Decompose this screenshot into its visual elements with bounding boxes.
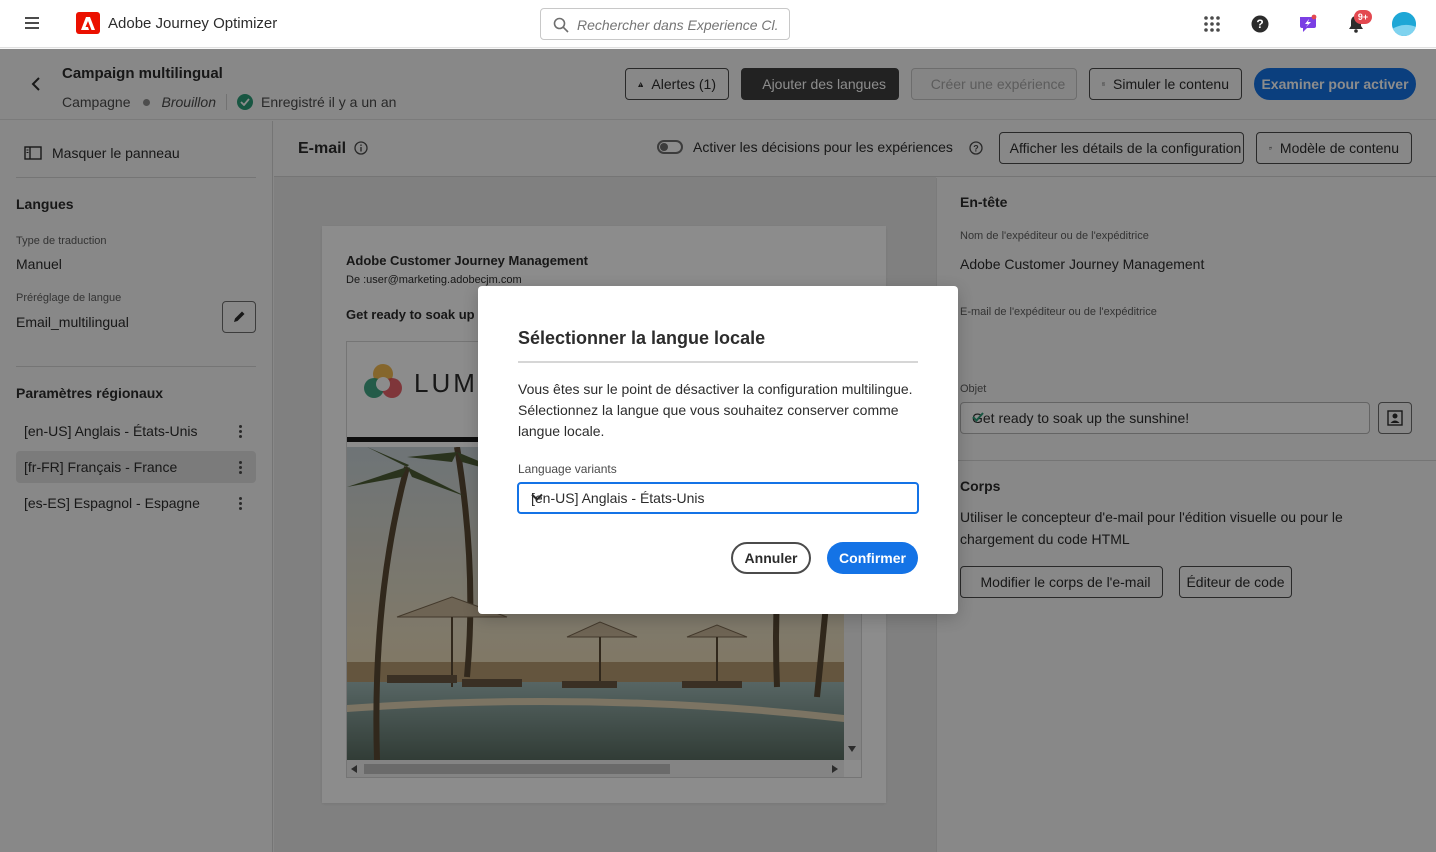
dialog-message: Vous êtes sur le point de désactiver la … bbox=[518, 381, 913, 439]
adobe-logo-icon[interactable] bbox=[76, 12, 100, 34]
language-variants-label: Language variants bbox=[518, 462, 617, 476]
svg-text:?: ? bbox=[1256, 17, 1263, 31]
user-avatar[interactable] bbox=[1392, 12, 1416, 36]
help-icon[interactable]: ? bbox=[1248, 12, 1272, 36]
search-field[interactable] bbox=[540, 8, 790, 40]
apps-grid-icon[interactable] bbox=[1200, 12, 1224, 36]
cancel-button[interactable]: Annuler bbox=[731, 542, 811, 574]
dialog-title: Sélectionner la langue locale bbox=[518, 328, 766, 348]
hamburger-menu-icon[interactable] bbox=[24, 16, 40, 30]
notification-count-badge: 9+ bbox=[1354, 10, 1372, 24]
search-icon bbox=[553, 17, 569, 33]
confirm-button[interactable]: Confirmer bbox=[827, 542, 918, 574]
app-name[interactable]: Adobe Journey Optimizer bbox=[108, 15, 277, 32]
search-input[interactable] bbox=[577, 15, 777, 35]
feedback-icon[interactable] bbox=[1296, 12, 1320, 36]
chevron-down-icon bbox=[531, 493, 907, 501]
language-variants-dropdown[interactable]: [en-US] Anglais - États-Unis bbox=[517, 482, 919, 514]
dialog-divider bbox=[518, 361, 918, 363]
